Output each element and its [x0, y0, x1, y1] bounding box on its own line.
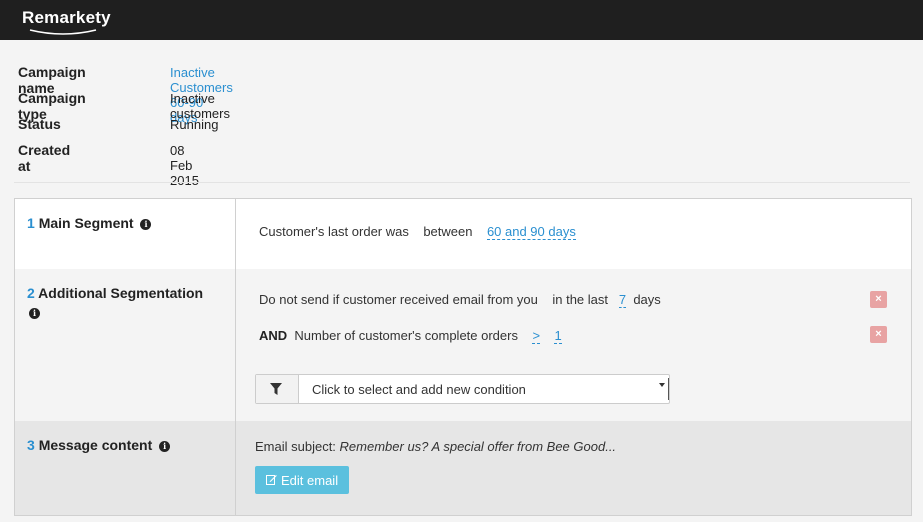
section-number: 2 [27, 285, 35, 301]
created-at-label: Created at [18, 142, 71, 174]
condition-operator[interactable]: in the last [552, 292, 608, 307]
additional-segmentation-header: 2 Additional Segmentation i [15, 269, 236, 421]
main-segment-section: 1 Main Segment i Customer's last order w… [15, 199, 911, 269]
divider [14, 182, 910, 183]
condition-value-link[interactable]: 1 [554, 328, 562, 344]
message-content-header: 3 Message content i [15, 421, 236, 515]
condition-operator[interactable]: between [423, 224, 472, 239]
section-title: Additional Segmentation [38, 285, 204, 301]
email-subject-label: Email subject: [255, 439, 336, 454]
top-bar: Remarkety [0, 0, 923, 40]
close-icon: × [875, 293, 882, 305]
edit-email-button[interactable]: Edit email [255, 466, 349, 494]
section-title: Message content [38, 437, 153, 453]
logo-swoosh [29, 29, 97, 35]
main-segment-condition: Customer's last order was between 60 and… [259, 224, 576, 240]
condition-text: Number of customer's complete orders [294, 328, 518, 343]
condition-row-1: Do not send if customer received email f… [259, 292, 661, 308]
section-number: 1 [27, 215, 35, 231]
app-logo[interactable]: Remarkety [22, 8, 111, 28]
info-icon[interactable]: i [29, 308, 40, 319]
additional-segmentation-body: Do not send if customer received email f… [237, 269, 911, 421]
message-content-body: Email subject: Remember us? A special of… [237, 421, 911, 515]
condition-row-2: AND Number of customer's complete orders… [259, 328, 562, 344]
message-content-title: 3 Message content i [27, 436, 171, 455]
condition-suffix: days [633, 292, 661, 307]
condition-value-link[interactable]: 7 [618, 292, 627, 308]
edit-email-label: Edit email [281, 473, 339, 488]
edit-icon [266, 475, 277, 485]
condition-value-link[interactable]: 60 and 90 days [486, 224, 576, 240]
remove-condition-button[interactable]: × [870, 326, 887, 343]
main-segment-body: Customer's last order was between 60 and… [237, 199, 911, 269]
email-subject: Email subject: Remember us? A special of… [255, 439, 616, 454]
select-edge [668, 378, 669, 400]
email-subject-value: Remember us? A special offer from Bee Go… [339, 439, 617, 454]
status-label: Status [18, 116, 61, 132]
filter-addon [256, 375, 299, 403]
filter-icon [270, 383, 282, 395]
condition-text: Customer's last order was [259, 224, 409, 239]
main-segment-title: 1 Main Segment i [27, 214, 152, 233]
and-label: AND [259, 328, 288, 343]
condition-text: Do not send if customer received email f… [259, 292, 538, 307]
campaign-sections-panel: 1 Main Segment i Customer's last order w… [14, 198, 912, 516]
message-content-section: 3 Message content i Email subject: Remem… [15, 421, 911, 515]
section-title: Main Segment [38, 215, 134, 231]
main-segment-header: 1 Main Segment i [15, 199, 236, 269]
status-value: Running [170, 117, 219, 132]
close-icon: × [875, 328, 882, 340]
section-number: 3 [27, 437, 35, 453]
info-icon[interactable]: i [159, 441, 171, 452]
additional-segmentation-title: 2 Additional Segmentation i [27, 284, 203, 322]
add-condition-select[interactable]: Click to select and add new condition [255, 374, 670, 404]
remove-condition-button[interactable]: × [870, 291, 887, 308]
chevron-down-icon [659, 383, 665, 387]
condition-operator-link[interactable]: > [532, 328, 541, 344]
info-icon[interactable]: i [140, 219, 152, 230]
select-placeholder: Click to select and add new condition [312, 382, 526, 397]
additional-segmentation-section: 2 Additional Segmentation i Do not send … [15, 269, 911, 421]
